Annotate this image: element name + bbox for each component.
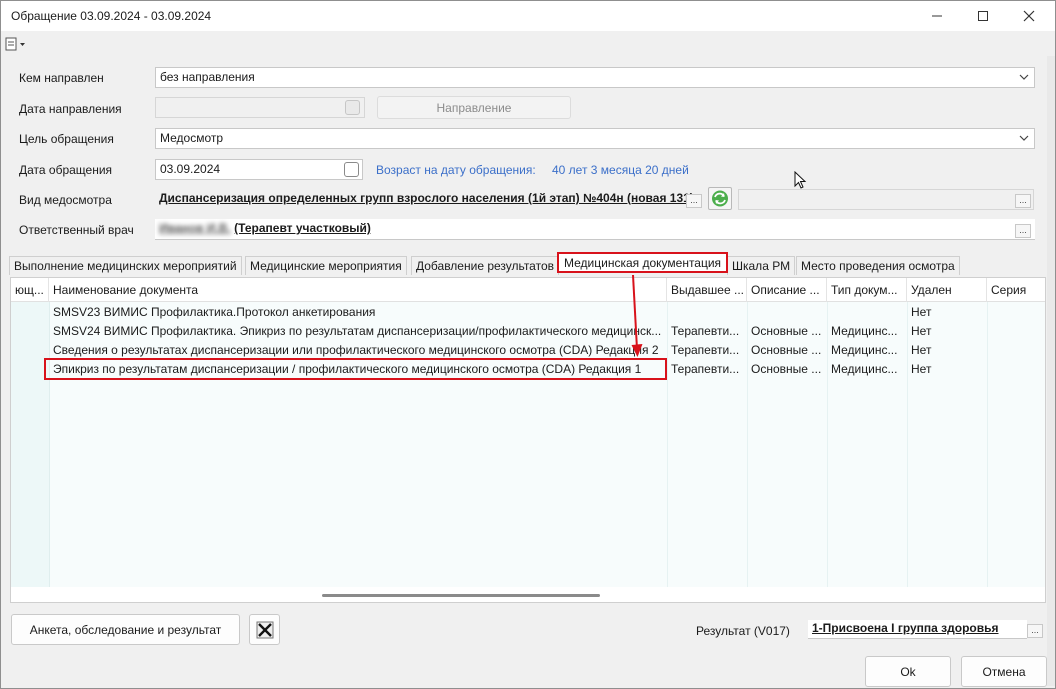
doctor-ellipsis-button[interactable]: ...: [1015, 224, 1031, 238]
exam-type-field[interactable]: Диспансеризация определенных групп взрос…: [155, 189, 705, 210]
issuer: [667, 303, 747, 322]
close-icon[interactable]: [1006, 1, 1052, 31]
dialog-window: Обращение 03.09.2024 - 03.09.2024 Кем на…: [0, 0, 1056, 689]
exam-type-extra-field: [738, 189, 1034, 210]
column-header[interactable]: Наименование документа: [49, 278, 667, 302]
directed-by-value: без направления: [160, 70, 255, 84]
description: Основные ...: [751, 362, 822, 376]
tab-add-results[interactable]: Добавление результатов: [411, 256, 560, 275]
cancel-button[interactable]: Отмена: [961, 656, 1047, 687]
age-value: 40 лет 3 месяца 20 дней: [552, 163, 689, 177]
table-row[interactable]: SMSV24 ВИМИС Профилактика. Эпикриз по ре…: [11, 322, 1045, 341]
clear-button[interactable]: [249, 614, 280, 645]
purpose-label: Цель обращения: [19, 132, 114, 146]
maximize-icon[interactable]: [960, 1, 1006, 31]
directed-by-select[interactable]: без направления: [155, 67, 1035, 88]
column-header[interactable]: Выдавшее ...: [667, 278, 747, 302]
annotation-arrow-icon: [631, 274, 643, 357]
description: [747, 303, 827, 322]
document-name: SMSV24 ВИМИС Профилактика. Эпикриз по ре…: [53, 324, 662, 338]
visit-date-field[interactable]: 03.09.2024: [155, 159, 363, 180]
highlight-box: [44, 358, 667, 380]
clear-x-icon: [256, 621, 273, 638]
document-type: [827, 303, 907, 322]
title-bar: Обращение 03.09.2024 - 03.09.2024: [1, 1, 1055, 31]
refresh-button[interactable]: [708, 187, 732, 210]
directed-by-label: Кем направлен: [19, 71, 104, 85]
column-header[interactable]: Тип докум...: [827, 278, 907, 302]
chevron-down-icon: [1019, 74, 1029, 80]
direction-date-label: Дата направления: [19, 102, 122, 116]
minimize-icon[interactable]: [914, 1, 960, 31]
tab-medical-activities-execution[interactable]: Выполнение медицинских мероприятий: [9, 256, 242, 275]
direction-button: Направление: [377, 96, 571, 119]
document-type: Медицинс...: [831, 324, 898, 338]
exam-extra-ellipsis-button: ...: [1015, 194, 1031, 208]
issuer: Терапевти...: [671, 362, 740, 376]
deleted-flag: Нет: [911, 324, 932, 338]
tab-exam-location[interactable]: Место проведения осмотра: [796, 256, 960, 275]
doctor-role: (Терапевт участковый): [234, 221, 371, 235]
doctor-label: Ответственный врач: [19, 223, 134, 237]
purpose-select[interactable]: Медосмотр: [155, 128, 1035, 149]
issuer: Терапевти...: [671, 324, 740, 338]
result-field[interactable]: 1-Присвоена I группа здоровья: [808, 620, 1027, 639]
column-header[interactable]: Серия: [987, 278, 1045, 302]
column-header[interactable]: ющ...: [11, 278, 49, 302]
issuer: Терапевти...: [671, 343, 740, 357]
age-label: Возраст на дату обращения:: [376, 163, 536, 177]
purpose-value: Медосмотр: [160, 131, 224, 145]
tab-medical-activities[interactable]: Медицинские мероприятия: [245, 256, 407, 275]
exam-type-ellipsis-button[interactable]: ...: [686, 194, 702, 208]
toolbar: [1, 32, 1055, 54]
visit-date-label: Дата обращения: [19, 163, 113, 177]
document-name: SMSV23 ВИМИС Профилактика.Протокол анкет…: [53, 305, 376, 319]
column-header[interactable]: Описание ...: [747, 278, 827, 302]
direction-date-field: [155, 97, 365, 118]
description: Основные ...: [751, 343, 822, 357]
window-title: Обращение 03.09.2024 - 03.09.2024: [11, 9, 212, 23]
document-menu-icon[interactable]: [5, 36, 27, 52]
table-row[interactable]: SMSV23 ВИМИС Профилактика.Протокол анкет…: [11, 303, 1045, 322]
deleted-flag: Нет: [911, 343, 932, 357]
doctor-field[interactable]: Иванов И.В. (Терапевт участковый): [155, 219, 1035, 240]
exam-type-label: Вид медосмотра: [19, 193, 112, 207]
document-type: Медицинс...: [831, 343, 898, 357]
doctor-name: Иванов И.В.: [159, 221, 231, 235]
visit-date-value: 03.09.2024: [160, 162, 221, 176]
exam-type-value: Диспансеризация определенных групп взрос…: [159, 191, 694, 205]
survey-results-button[interactable]: Анкета, обследование и результат: [11, 614, 240, 645]
deleted-flag: Нет: [911, 362, 932, 376]
visit-date-checkbox[interactable]: [344, 162, 359, 177]
refresh-icon: [712, 190, 728, 207]
result-ellipsis-button[interactable]: ...: [1027, 624, 1043, 638]
deleted-flag: Нет: [911, 305, 932, 319]
horizontal-scrollbar-thumb[interactable]: [322, 594, 600, 597]
direction-date-checkbox: [345, 100, 360, 115]
result-value: 1-Присвоена I группа здоровья: [812, 621, 999, 635]
documents-grid: ющ... Наименование документа Выдавшее ..…: [10, 277, 1046, 603]
right-scroll-edge: [1047, 56, 1055, 686]
description: Основные ...: [751, 324, 822, 338]
mouse-cursor-icon: [794, 171, 807, 189]
chevron-down-icon: [1019, 135, 1029, 141]
column-header[interactable]: Удален: [907, 278, 987, 302]
result-label: Результат (V017): [696, 624, 790, 638]
ok-button[interactable]: Ok: [865, 656, 951, 687]
grid-header: ющ... Наименование документа Выдавшее ..…: [11, 278, 1045, 302]
document-type: Медицинс...: [831, 362, 898, 376]
tab-medical-documentation[interactable]: Медицинская документация: [557, 252, 729, 273]
tab-rm-scale[interactable]: Шкала РМ: [727, 256, 796, 275]
